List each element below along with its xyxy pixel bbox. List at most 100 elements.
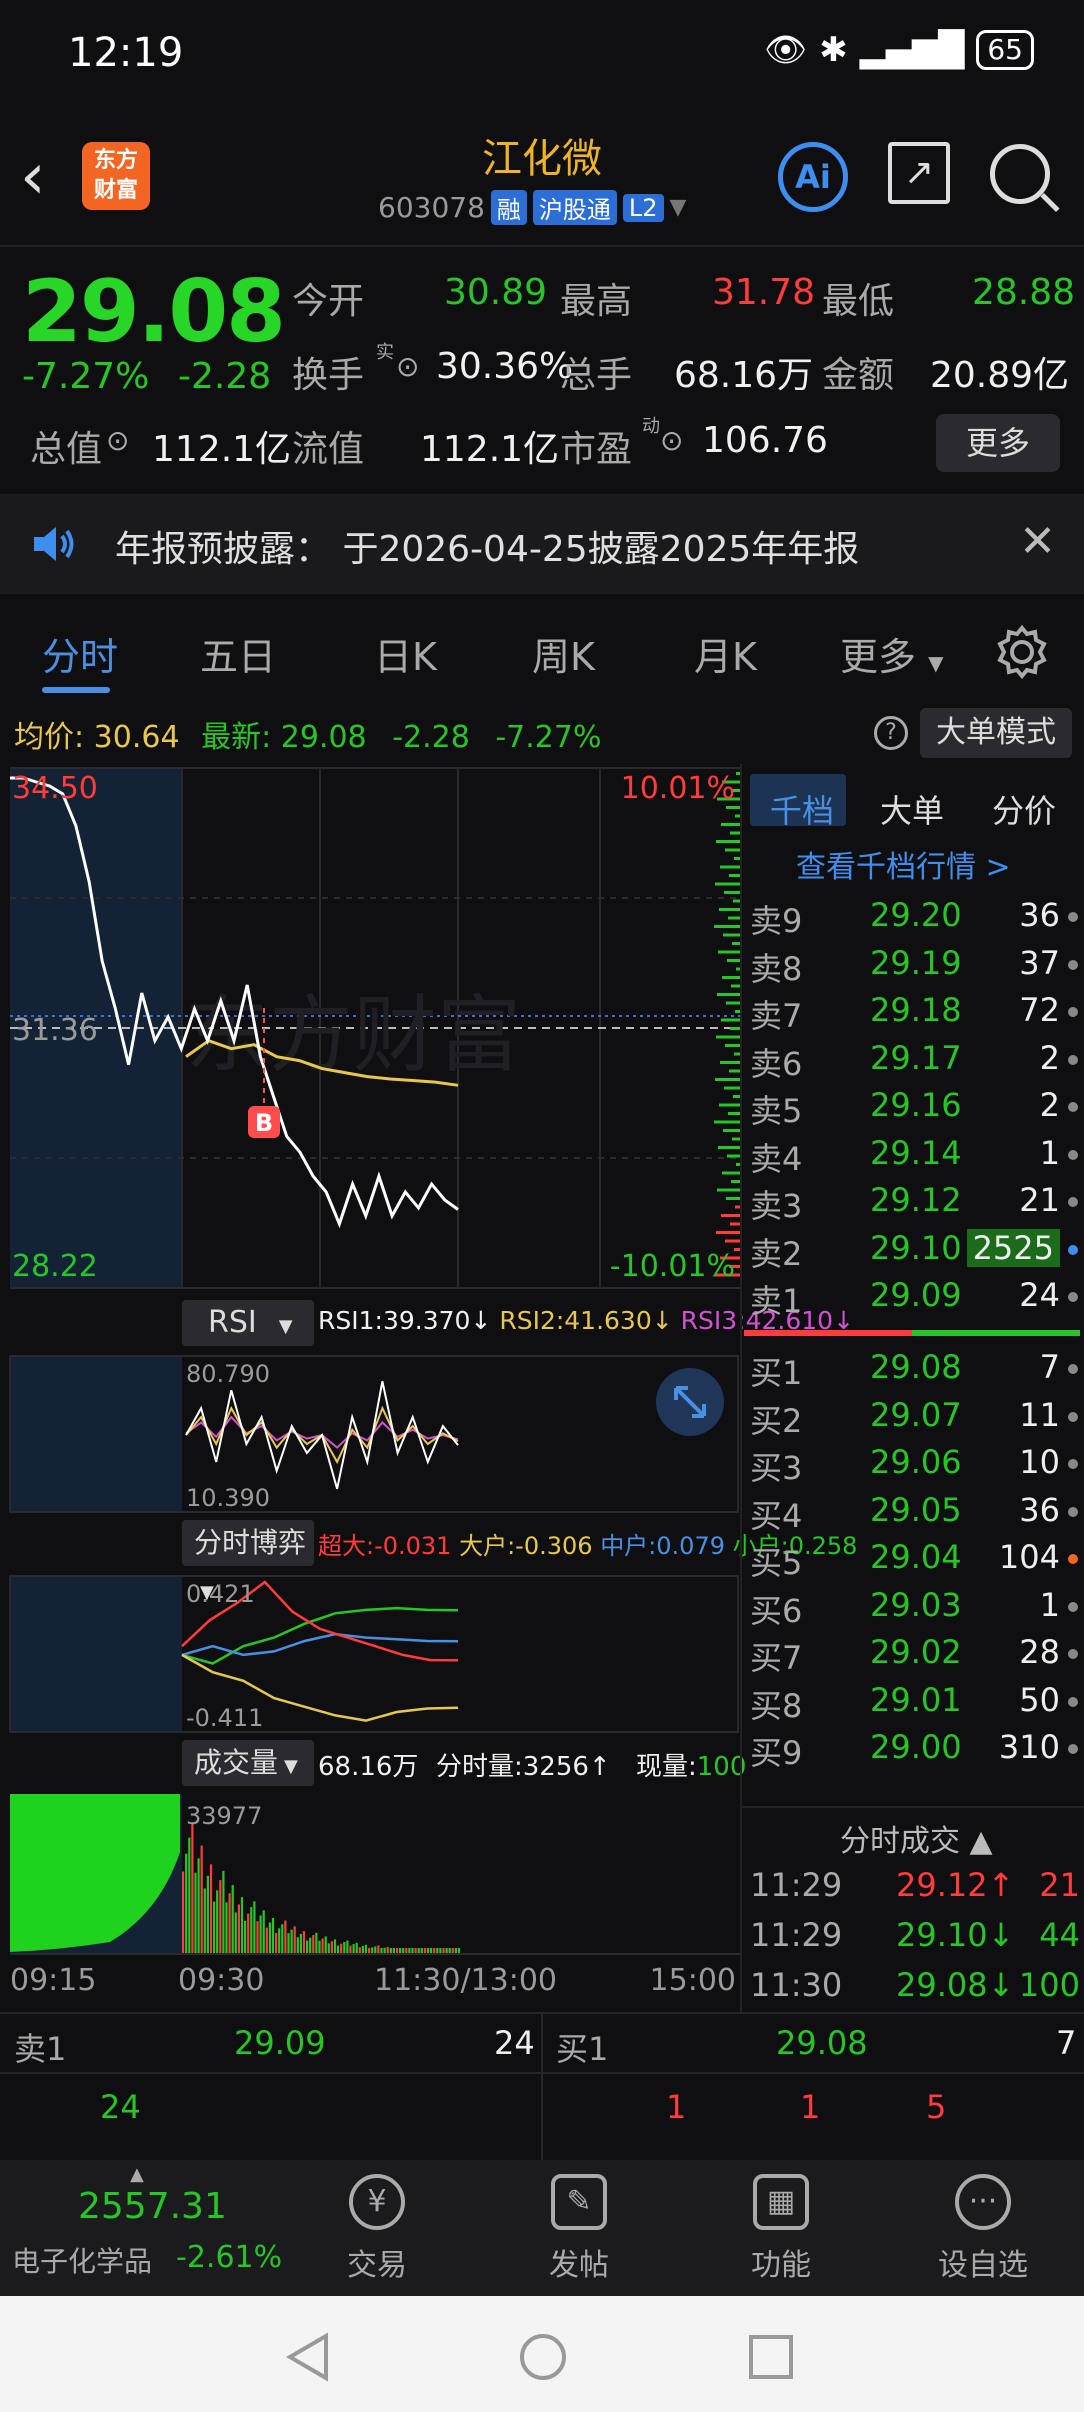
depth-bar [731, 1180, 740, 1183]
volume-bar [377, 1945, 380, 1954]
mktcap-label: 总值 [30, 429, 103, 470]
order-level-row[interactable]: 买6 29.03 1 [750, 1586, 1080, 1634]
tab-more[interactable]: 更多 ▼ [840, 626, 944, 681]
level-volume: 2525 [966, 1228, 1060, 1267]
rsi-chart[interactable]: 80.790 10.390 [0, 1352, 742, 1514]
depth-bar [718, 1146, 740, 1149]
y-axis-top: 34.50 [12, 771, 98, 806]
trade-row: 11:30 29.08↓ 100 [750, 1966, 1080, 2014]
ai-button[interactable]: Ai [778, 142, 848, 212]
stock-code-row: 603078 融 沪股通 L2 ▼ [378, 190, 686, 225]
tab-price-dist[interactable]: 分价 [992, 786, 1056, 832]
order-level-row[interactable]: 卖7 29.18 72 [750, 991, 1080, 1039]
level-volume: 2 [1039, 1086, 1060, 1124]
order-level-row[interactable]: 买7 29.02 28 [750, 1633, 1080, 1681]
order-level-row[interactable]: 买8 29.01 50 [750, 1681, 1080, 1729]
order-level-row[interactable]: 卖2 29.10 2525 [750, 1228, 1080, 1277]
depth-link[interactable]: 查看千档行情 > [796, 842, 1011, 886]
nav-watchlist[interactable]: ··· 设自选 [908, 2174, 1058, 2284]
nav-post[interactable]: ✎ 发帖 [504, 2174, 654, 2284]
yuan-cycle-icon: ¥ [349, 2174, 405, 2230]
game-chart[interactable]: 0.421 -0.411 [0, 1572, 742, 1734]
back-triangle-icon[interactable] [284, 2332, 332, 2382]
order-level-row[interactable]: 卖3 29.12 21 [750, 1181, 1080, 1229]
sell-queue-item: 24 [100, 2088, 141, 2126]
order-level-row[interactable]: 卖1 29.09 24 [750, 1276, 1080, 1324]
open-value: 30.89 [444, 272, 548, 313]
order-level-row[interactable]: 卖4 29.14 1 [750, 1134, 1080, 1182]
home-circle-icon[interactable] [518, 2332, 568, 2382]
sector-index-value[interactable]: 2557.31 [78, 2186, 227, 2227]
volume-bar [188, 1837, 191, 1954]
close-icon[interactable]: ✕ [1019, 516, 1056, 567]
order-level-row[interactable]: 卖9 29.20 36 [750, 896, 1080, 944]
sector-change: -2.61% [176, 2240, 283, 2275]
tab-weekly[interactable]: 周K [532, 626, 595, 681]
search-icon[interactable] [990, 144, 1050, 204]
volume-bar [343, 1942, 346, 1954]
rsi-selector[interactable]: RSI ▼ [182, 1300, 314, 1346]
share-icon[interactable]: ↗ [888, 142, 950, 204]
current-volume-value: 100 [696, 1752, 747, 1782]
tab-intraday[interactable]: 分时 [42, 626, 118, 681]
volume-bar [374, 1946, 377, 1954]
grid-icon: ▦ [753, 2174, 809, 2230]
depth-bar [721, 1214, 740, 1217]
sector-name[interactable]: 电子化学品 [12, 2240, 152, 2280]
tab-depth[interactable]: 千档 [770, 786, 834, 832]
level-volume: 2 [1039, 1038, 1060, 1077]
volume-bar [240, 1897, 244, 1954]
order-level-row[interactable]: 买3 29.06 10 [750, 1443, 1080, 1491]
x-label-1500: 15:00 [650, 1963, 736, 1998]
x-label-0930: 09:30 [178, 1963, 264, 1998]
recents-square-icon[interactable] [748, 2334, 794, 2380]
volume-chart[interactable]: 33977 09:15 09:30 11:30/13:00 15:00 [0, 1792, 742, 2012]
order-level-row[interactable]: 卖6 29.17 2 [750, 1039, 1080, 1087]
info-circle-icon[interactable]: ⊙ [106, 424, 129, 457]
tab-5day[interactable]: 五日 [200, 626, 276, 681]
order-level-row[interactable]: 买1 29.08 7 [750, 1348, 1080, 1396]
more-button[interactable]: 更多 [936, 414, 1060, 472]
order-level-row[interactable]: 买5 29.04 104 [750, 1538, 1080, 1586]
volume-selector[interactable]: 成交量 ▼ [182, 1740, 314, 1786]
level-dot [1068, 1149, 1078, 1160]
depth-bar [724, 891, 740, 894]
volume-bar [281, 1924, 284, 1954]
trades-header[interactable]: 分时成交 ▲ [840, 1816, 993, 1860]
current-volume-label: 现量: [636, 1752, 697, 1782]
order-level-row[interactable]: 卖8 29.19 37 [750, 944, 1080, 992]
order-level-row[interactable]: 买2 29.07 11 [750, 1396, 1080, 1444]
caret-up-icon: ▲ [130, 2164, 144, 2185]
nav-trade[interactable]: ¥ 交易 [302, 2174, 452, 2284]
divider [541, 2012, 543, 2160]
tab-big-orders[interactable]: 大单 [880, 786, 944, 832]
dropdown-icon[interactable]: ▼ [670, 195, 687, 220]
level-dot [1068, 1554, 1078, 1564]
level-price: 29.14 [870, 1133, 962, 1172]
rsi-selector-label: RSI [208, 1305, 257, 1340]
order-level-row[interactable]: 卖5 29.16 2 [750, 1086, 1080, 1134]
level-volume: 1 [1039, 1585, 1060, 1624]
notice-bar[interactable]: 年报预披露： 于2026-04-25披露2025年年报 ✕ [0, 494, 1084, 594]
bluetooth-icon: ✱ [819, 30, 848, 70]
help-icon[interactable]: ? [874, 716, 908, 750]
buy-marker-label: B [255, 1109, 273, 1137]
info-circle-icon[interactable]: ⊙ [660, 424, 683, 457]
level-dot [1068, 1696, 1078, 1707]
order-level-row[interactable]: 买9 29.00 310 [750, 1728, 1080, 1776]
intraday-price-chart[interactable]: 东方财富 B 34.50 31.36 28.22 10.01% -10.01% [0, 764, 742, 1294]
nav-functions[interactable]: ▦ 功能 [706, 2174, 856, 2284]
volume-label: 总手 [560, 355, 633, 396]
volume-bar [321, 1938, 324, 1954]
latest-change-pct: -7.27% [495, 720, 602, 755]
order-level-row[interactable]: 买4 29.05 36 [750, 1491, 1080, 1539]
volume-bar [312, 1935, 315, 1954]
depth-bar [715, 882, 740, 886]
tab-daily[interactable]: 日K [374, 626, 437, 681]
latest-value: 29.08 [280, 720, 367, 755]
game-selector[interactable]: 分时博弈▼ [182, 1520, 314, 1603]
tab-monthly[interactable]: 月K [694, 626, 757, 681]
big-order-mode-button[interactable]: 大单模式 [920, 708, 1072, 758]
settings-gear-icon[interactable] [994, 624, 1050, 680]
info-circle-icon[interactable]: ⊙ [396, 350, 419, 383]
